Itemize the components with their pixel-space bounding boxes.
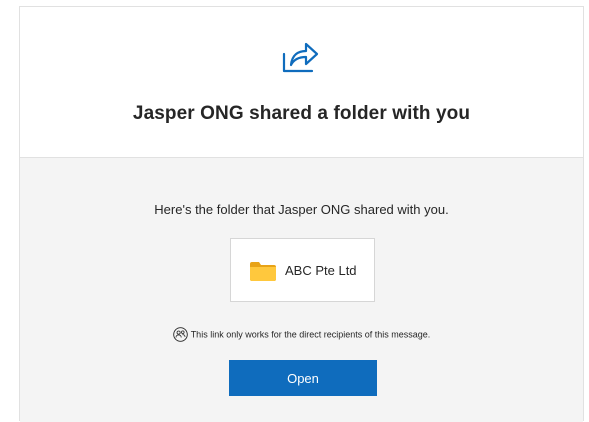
card-header: Jasper ONG shared a folder with you xyxy=(20,7,583,158)
share-notification-card: Jasper ONG shared a folder with you Here… xyxy=(19,6,584,422)
folder-icon xyxy=(250,262,276,281)
people-restricted-icon xyxy=(172,327,188,342)
notice-text: This link only works for the direct reci… xyxy=(190,329,431,340)
share-icon xyxy=(282,42,319,73)
folder-name: ABC Pte Ltd xyxy=(285,263,357,278)
recipient-notice: This link only works for the direct reci… xyxy=(20,327,583,342)
card-body: Here's the folder that Jasper ONG shared… xyxy=(20,158,583,422)
open-button[interactable]: Open xyxy=(229,360,377,396)
shared-folder-tile[interactable]: ABC Pte Ltd xyxy=(230,238,375,302)
page-title: Jasper ONG shared a folder with you xyxy=(132,103,471,124)
share-message: Here's the folder that Jasper ONG shared… xyxy=(154,202,449,217)
